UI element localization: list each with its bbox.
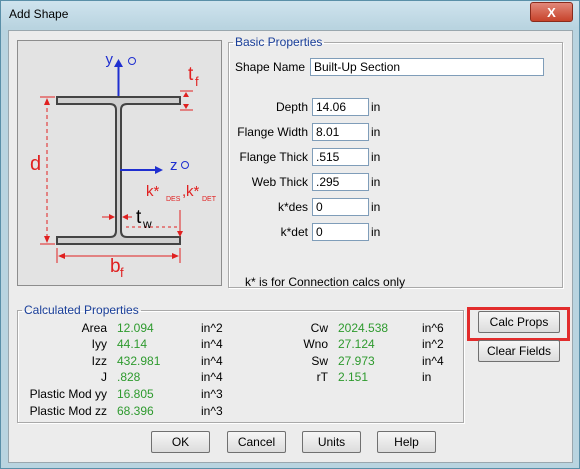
j-label: J — [101, 370, 107, 384]
z-axis-symbol — [181, 161, 189, 169]
i-beam-diagram: y z t f d t w b f k* DES , k* DET — [17, 40, 222, 286]
sw-unit: in^4 — [422, 354, 444, 368]
k-det-unit: in — [371, 225, 381, 239]
flange-thick-unit: in — [371, 150, 381, 164]
wno-label: Wno — [303, 337, 328, 351]
web-thick-input[interactable] — [312, 173, 369, 191]
dialog-client-area: y z t f d t w b f k* DES , k* DET Basic … — [8, 30, 573, 463]
izz-unit: in^4 — [201, 354, 223, 368]
sw-label: Sw — [311, 354, 328, 368]
tf-label: t — [188, 64, 194, 85]
flange-width-label: Flange Width — [237, 125, 308, 139]
y-axis-label: y — [106, 51, 114, 68]
k-des-field-label: k*des — [277, 200, 308, 214]
basic-properties-legend: Basic Properties — [235, 35, 323, 49]
rt-value: 2.151 — [338, 370, 369, 384]
ok-button[interactable]: OK — [151, 431, 210, 453]
iyy-label: Iyy — [91, 337, 107, 351]
iyy-value: 44.14 — [117, 337, 148, 351]
plastic-mod-zz-unit: in^3 — [201, 404, 223, 418]
flange-width-input[interactable] — [312, 123, 369, 141]
flange-thick-label: Flange Thick — [239, 150, 308, 164]
plastic-mod-zz-value: 68.396 — [117, 404, 154, 418]
plastic-mod-yy-label: Plastic Mod yy — [29, 387, 107, 401]
shape-name-label: Shape Name — [235, 60, 306, 74]
izz-value: 432.981 — [117, 354, 161, 368]
area-value: 12.094 — [117, 321, 154, 335]
k-det-label: k* — [186, 183, 200, 200]
depth-input[interactable] — [312, 98, 369, 116]
calc-props-button[interactable]: Calc Props — [478, 311, 560, 333]
y-axis-symbol — [128, 57, 136, 65]
sw-value: 27.973 — [338, 354, 375, 368]
k-des-unit: in — [371, 200, 381, 214]
k-det-input[interactable] — [312, 223, 369, 241]
calculated-properties-legend: Calculated Properties — [24, 303, 139, 317]
cw-value: 2024.538 — [338, 321, 389, 335]
rt-label: rT — [316, 370, 328, 384]
plastic-mod-zz-label: Plastic Mod zz — [29, 404, 107, 418]
cancel-button[interactable]: Cancel — [227, 431, 286, 453]
plastic-mod-yy-value: 16.805 — [117, 387, 154, 401]
depth-unit: in — [371, 100, 381, 114]
izz-label: Izz — [91, 354, 107, 368]
flange-width-unit: in — [371, 125, 381, 139]
flange-thick-input[interactable] — [312, 148, 369, 166]
clear-fields-button[interactable]: Clear Fields — [478, 340, 560, 362]
tw-subscript: w — [142, 217, 152, 231]
add-shape-dialog: Add Shape X y z t f d t w b f k* DES , k… — [0, 0, 580, 469]
k-des-label: k* — [146, 183, 160, 200]
j-unit: in^4 — [201, 370, 223, 384]
wno-value: 27.124 — [338, 337, 375, 351]
z-axis-arrow — [155, 166, 163, 174]
i-beam-drawing: y z t f d t w b f k* DES , k* DET — [30, 51, 217, 280]
area-unit: in^2 — [201, 321, 223, 335]
bf-subscript: f — [120, 265, 124, 280]
web-thick-label: Web Thick — [251, 175, 308, 189]
title-bar: Add Shape X — [1, 1, 579, 28]
k-des-input[interactable] — [312, 198, 369, 216]
tw-label: t — [136, 207, 142, 228]
j-value: .828 — [117, 370, 141, 384]
k-des-subscript: DES — [166, 196, 181, 203]
cw-label: Cw — [310, 321, 328, 335]
web-thick-unit: in — [371, 175, 381, 189]
z-axis-label: z — [170, 157, 178, 174]
cw-unit: in^6 — [422, 321, 444, 335]
d-label: d — [30, 153, 41, 175]
wno-unit: in^2 — [422, 337, 444, 351]
plastic-mod-yy-unit: in^3 — [201, 387, 223, 401]
iyy-unit: in^4 — [201, 337, 223, 351]
shape-name-input[interactable] — [310, 58, 544, 76]
depth-label: Depth — [275, 100, 308, 114]
rt-unit: in — [422, 370, 432, 384]
k-det-field-label: k*det — [280, 225, 308, 239]
close-button[interactable]: X — [530, 2, 573, 22]
tf-subscript: f — [195, 74, 199, 89]
units-button[interactable]: Units — [302, 431, 361, 453]
connection-note: k* is for Connection calcs only — [245, 275, 406, 289]
y-axis-arrow — [114, 59, 123, 67]
bf-label: b — [110, 256, 121, 277]
window-title: Add Shape — [9, 7, 69, 21]
area-label: Area — [81, 321, 107, 335]
help-button[interactable]: Help — [377, 431, 436, 453]
